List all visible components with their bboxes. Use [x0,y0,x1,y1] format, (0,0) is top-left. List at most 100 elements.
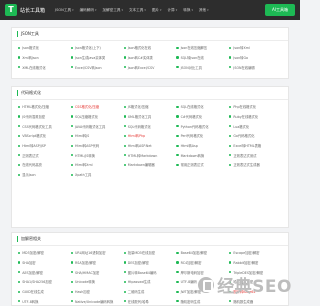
tool-link[interactable]: AES加密/解密 [18,267,71,277]
nav-item[interactable]: 文本工具 ▾ [129,8,146,13]
tool-link[interactable]: MD5加密/解密 [18,248,71,258]
ai-toolbox-button[interactable]: AI工具箱 [265,4,295,16]
bullet-icon [229,46,232,49]
tool-link[interactable]: JS代码混淆加密 [18,112,71,122]
tool-link[interactable]: Rabbit加密/解密 [229,258,282,268]
tool-link[interactable]: SQL在线格式化 [176,102,229,112]
tool-link[interactable]: 正则表达式测试 [229,150,282,160]
bullet-icon [123,66,126,69]
tool-link[interactable]: Excel转HTML表格 [229,141,282,151]
tool-link[interactable]: Htpasswd生成 [123,277,177,287]
tool-link[interactable]: 随机密码生成 [176,296,229,306]
tool-link[interactable]: URL网址16进制加密 [70,248,124,258]
tool-link[interactable]: Json生成Java实体类 [70,53,124,63]
tool-link[interactable]: Native/Unicode编码转换 [70,296,124,306]
tool-link[interactable]: JS格式化/压缩 [123,102,177,112]
tool-link-label: Json格式化在线 [127,46,152,51]
tool-link[interactable]: Html转JS [70,131,124,141]
tool-link[interactable]: 正则表达式 [18,150,71,160]
watermark: 经典SEO [198,272,292,297]
tool-link[interactable]: Lua格式化 [229,121,282,131]
tool-link[interactable]: Excel/CSV转Json [70,62,124,72]
tool-link[interactable]: 随机数生成器 [229,296,282,306]
tool-link[interactable]: 常用正则表达式 [176,160,229,170]
tool-link[interactable]: Html转Xml [70,160,124,170]
tool-link[interactable]: XML在线格式化 [18,62,71,72]
tool-link[interactable]: Python代码格式化 [176,121,229,131]
tool-link[interactable]: SQL压缩格式化 [70,112,124,122]
tool-link[interactable]: SHA1/SHA256加密 [18,277,71,287]
bullet-icon [70,56,73,59]
tool-link[interactable]: Json转C#实体类 [123,53,177,63]
bullet-icon [123,261,126,264]
nav-item[interactable]: 计算 ▾ [168,8,178,13]
tool-link-label: Json转Excel/CSV [127,65,155,70]
nav-item[interactable]: 转换 ▾ [183,8,193,13]
tool-link[interactable]: Json转Xml [229,43,282,53]
nav-item[interactable]: JSON工具 ▾ [55,8,74,13]
tool-link[interactable]: C#代码格式化 [176,112,229,122]
tool-link[interactable]: Html转Php [123,131,177,141]
tool-link[interactable]: Html转ASP.Net [123,141,177,151]
tool-link-label: C#代码格式化 [180,115,203,120]
site-logo[interactable]: T 站长工具箱 [5,4,45,16]
section-grid: HTML格式化/压缩 CSS格式化/压缩 JS格式化/压缩 SQL在线格式化 Php在线… [12,100,288,180]
tool-link[interactable]: 在线散列/哈希 [123,296,177,306]
tool-link[interactable]: Xml转Json [18,53,71,63]
tool-link[interactable]: 二维码生成 [123,287,177,297]
nav-item[interactable]: 编码解码 ▾ [80,8,97,13]
tool-link[interactable]: JSON在线编辑 [229,62,282,72]
tool-link[interactable]: Xpath工具 [70,170,124,180]
tool-link[interactable]: XML格式化工具 [123,112,177,122]
tool-link[interactable]: Json在线压缩解压 [176,43,229,53]
tool-link[interactable]: Json转Excel/CSV [123,62,177,72]
tool-link[interactable]: SQL代码格式化 [123,121,177,131]
tool-link[interactable]: RSA加密/解密 [70,258,124,268]
tool-link[interactable]: 正则表达式生成器 [229,160,282,170]
tool-link[interactable]: 显示Json [18,170,71,180]
tool-link[interactable]: VBScript格式化 [18,131,71,141]
tool-link[interactable]: Go代码格式化 [229,131,282,141]
tool-link[interactable]: JSON对比工具 [176,62,229,72]
tool-link[interactable]: Php在线格式化 [229,102,282,112]
tool-link[interactable]: Hash加密 [70,287,124,297]
tool-link[interactable]: HTML转Markdown [123,150,177,160]
tool-link[interactable]: GUID在线生成 [18,287,71,297]
tool-link[interactable]: Perl代码格式化 [176,131,229,141]
tool-link-label: 正则表达式测试 [233,153,257,158]
tool-link[interactable]: Html转ASP/JSP [18,141,71,151]
tool-link[interactable]: Json格式化 [18,43,71,53]
nav-item[interactable]: 加解密工具 ▾ [102,8,122,13]
tool-link[interactable]: HTML/JS转换 [70,150,124,160]
tool-link[interactable]: SHA加密 [18,258,71,268]
tool-link[interactable]: CSS代码格式化工具 [18,121,71,131]
tool-link[interactable]: 批量MD5在线加密 [123,248,177,258]
bullet-icon [176,125,179,128]
tool-link[interactable]: SQL转Json在线 [176,53,229,63]
tool-link[interactable]: Base64加密/解密 [176,248,229,258]
tool-link[interactable]: JAVA代码格式化工具 [70,121,124,131]
nav-item[interactable]: 图片 ▾ [152,8,162,13]
nav-item[interactable]: 其他 ▾ [199,8,209,13]
tool-link[interactable]: Ruby在线格式化 [229,112,282,122]
nav-item-label: 编码解码 [79,7,94,12]
tool-link[interactable]: SHA/HMAC加密 [70,267,124,277]
tool-link[interactable]: Html转Asp [176,141,229,151]
tool-link[interactable]: Json格式化在线 [123,43,177,53]
tool-link[interactable]: Markdown转换 [176,150,229,160]
tool-link[interactable]: Json格式化(上下) [70,43,124,53]
tool-link[interactable]: Escape加密/解密 [229,248,282,258]
tool-link[interactable]: HTML格式化/压缩 [18,102,71,112]
tool-link[interactable]: 在线代码高亮 [18,160,71,170]
tool-link[interactable]: Unicode转换 [70,277,124,287]
tool-link[interactable]: UTF-8转换 [18,296,71,306]
tool-link[interactable]: DES加密/解密 [123,258,177,268]
tool-link[interactable]: Html转ASP代码 [70,141,124,151]
tool-link[interactable]: RC4加密/解密 [176,258,229,268]
tool-link[interactable]: Json转Go [229,53,282,63]
tool-link[interactable]: CSS格式化/压缩 [70,102,124,112]
tool-link[interactable]: Markdown编辑器 [123,160,177,170]
tool-link-label: Excel/CSV转Json [74,65,102,70]
tool-link[interactable]: 图片转Base64编码 [123,267,177,277]
bullet-icon [70,300,73,303]
